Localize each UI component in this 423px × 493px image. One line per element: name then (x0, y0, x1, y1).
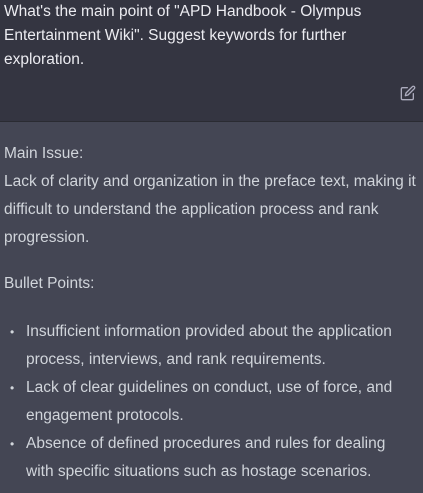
bullet-item: • Lack of clear guidelines on conduct, u… (0, 374, 414, 430)
bullet-marker: • (10, 381, 15, 395)
user-message-text: What's the main point of "APD Handbook -… (4, 3, 362, 68)
main-issue-heading: Main Issue: (4, 145, 84, 162)
bullet-points-heading: Bullet Points: (4, 275, 95, 292)
bullet-text: Absence of defined procedures and rules … (26, 435, 386, 480)
main-issue-text: Lack of clarity and organization in the … (4, 173, 416, 246)
user-message: What's the main point of "APD Handbook -… (0, 0, 423, 122)
bullet-marker: • (10, 325, 15, 339)
bullet-item: • Absence of defined procedures and rule… (0, 430, 414, 486)
bullet-list: • Insufficient information provided abou… (0, 318, 423, 486)
bullet-text: Lack of clear guidelines on conduct, use… (26, 379, 393, 424)
edit-message-button[interactable] (399, 84, 417, 102)
bullet-text: Insufficient information provided about … (26, 323, 392, 368)
bullet-item: • Insufficient information provided abou… (0, 318, 414, 374)
bullet-marker: • (10, 437, 15, 451)
assistant-message: Main Issue: Lack of clarity and organiza… (0, 122, 423, 493)
edit-icon (400, 85, 416, 101)
